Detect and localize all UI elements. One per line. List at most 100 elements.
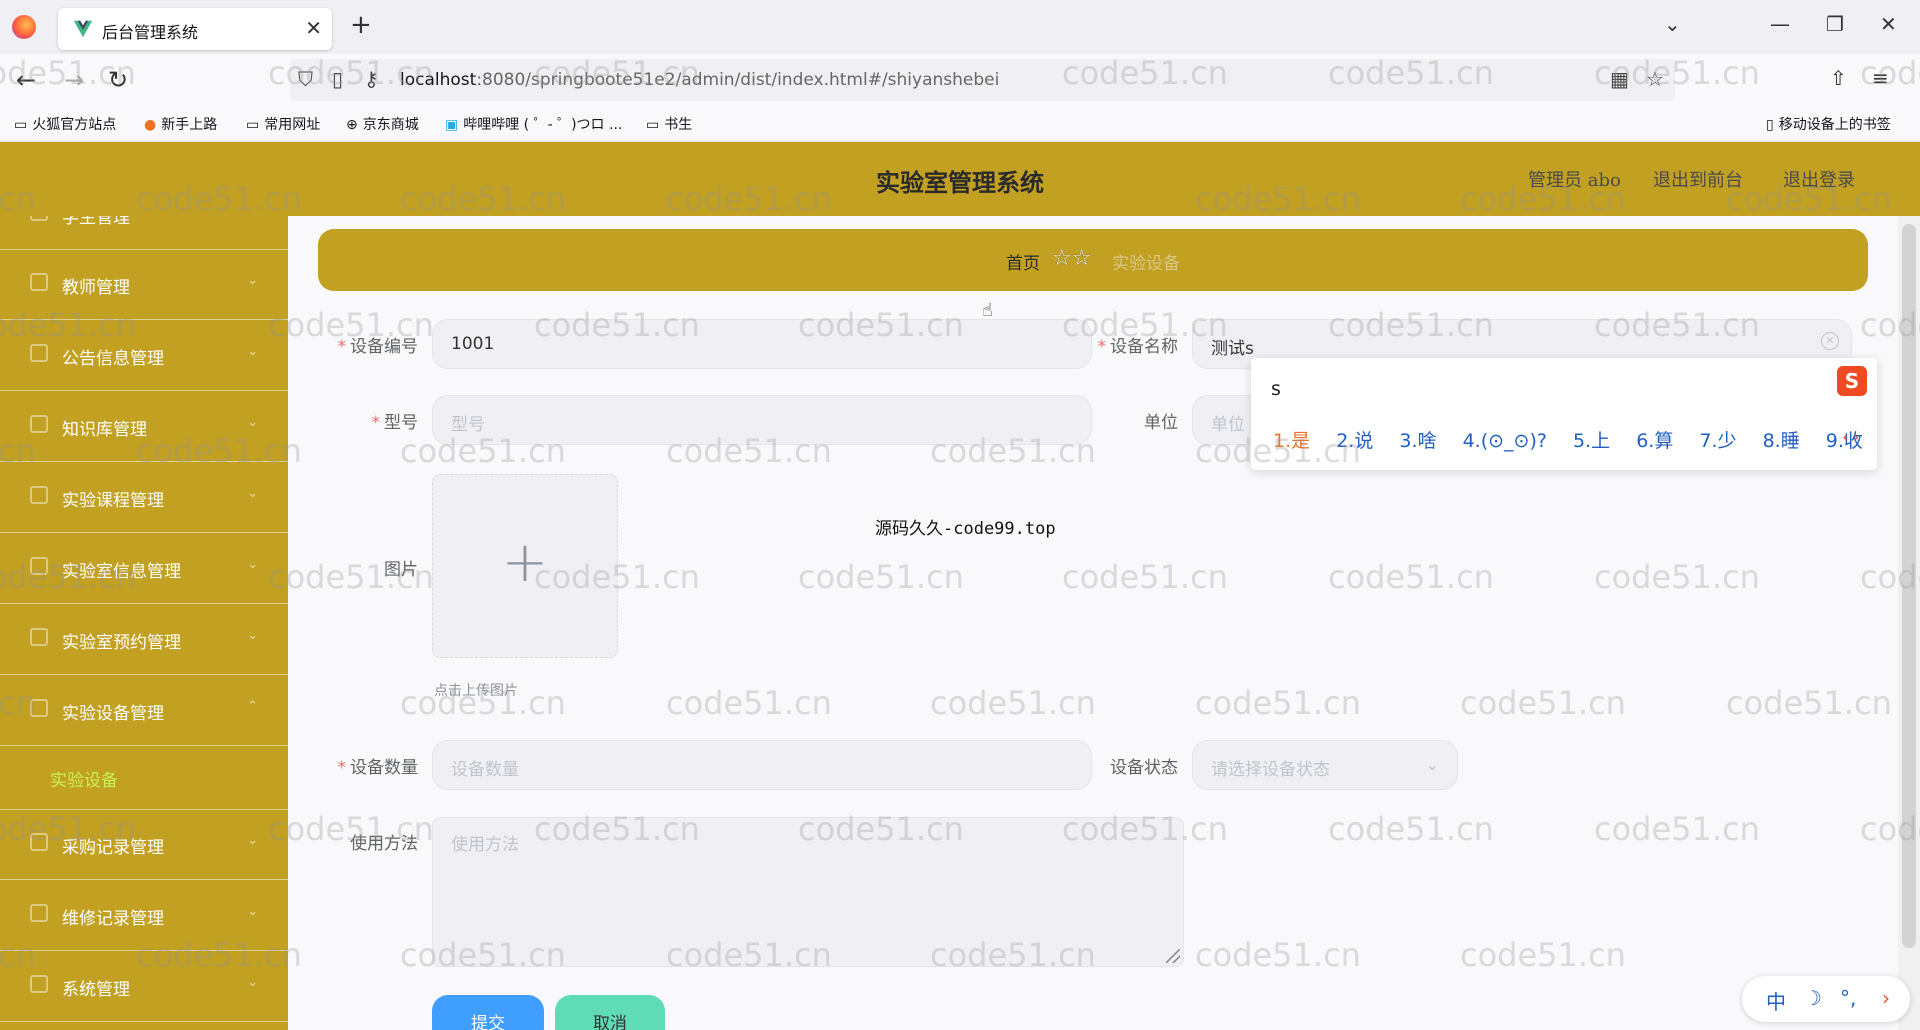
sidebar-item-purchase[interactable]: 采购记录管理 ⌄ [0, 810, 288, 880]
ime-candidate[interactable]: 2.说 [1336, 430, 1373, 452]
chevron-down-icon: ⌄ [247, 904, 258, 919]
browser-tab-active[interactable]: 后台管理系统 ✕ [58, 8, 332, 50]
bookmark-item[interactable]: ▭ 书生 [646, 114, 692, 134]
ime-moon-icon[interactable]: ☽ [1804, 986, 1822, 1010]
folder-icon: ▭ [246, 117, 260, 133]
menu-icon [30, 415, 48, 433]
close-tab-icon[interactable]: ✕ [305, 16, 322, 40]
key-icon[interactable]: ⚷ [364, 67, 379, 91]
chevron-down-icon: ⌄ [247, 628, 258, 643]
browser-tab-bar: 后台管理系统 ✕ + ⌄ — ❐ ✕ [0, 0, 1920, 54]
bookmarks-bar: ▭ 火狐官方站点 ● 新手上路 ▭ 常用网址 ⊕ 京东商城 ▣ 哔哩哔哩 ( ゜- ゜)つ… [0, 108, 1920, 142]
ime-candidate[interactable]: 7.少 [1699, 430, 1736, 452]
chevron-down-icon: ⌄ [247, 344, 258, 359]
ime-candidate[interactable]: 5.上 [1573, 430, 1610, 452]
resize-handle-icon[interactable] [1166, 949, 1180, 963]
qr-code-icon[interactable]: ▦ [1610, 67, 1629, 91]
plus-icon: + [501, 530, 549, 595]
device-no-label: * 设备编号 [337, 337, 419, 357]
sidebar-item-repair[interactable]: 维修记录管理 ⌄ [0, 881, 288, 951]
device-no-input[interactable]: 1001 [432, 319, 1092, 369]
unit-label: 单位 [1144, 413, 1178, 433]
clear-icon[interactable]: ✕ [1821, 332, 1839, 350]
submit-button[interactable]: 提交 [432, 995, 544, 1030]
model-input[interactable]: 型号 [432, 395, 1092, 445]
mobile-bookmarks[interactable]: ▯ 移动设备上的书签 [1766, 114, 1891, 134]
browser-nav-bar: ← → ↻ ⛉ ▯ ⚷ localhost:8080/springboote51… [0, 54, 1920, 108]
sidebar-subitem-equipment[interactable]: 实验设备 [0, 746, 288, 810]
required-mark: * [337, 758, 347, 778]
sidebar-item-course[interactable]: 实验课程管理 ⌄ [0, 463, 288, 533]
menu-icon [30, 344, 48, 362]
star-separator-icon: ☆☆ [1052, 246, 1092, 271]
back-icon[interactable]: ← [16, 66, 36, 94]
sidebar-item-lab-info[interactable]: 实验室信息管理 ⌄ [0, 534, 288, 604]
bookmark-item[interactable]: ▭ 常用网址 [246, 114, 320, 134]
bookmark-item[interactable]: ▭ 火狐官方站点 [14, 114, 116, 134]
ime-candidate[interactable]: 6.算 [1636, 430, 1673, 452]
menu-icon [30, 833, 48, 851]
bookmark-item[interactable]: ● 新手上路 [144, 114, 217, 134]
ime-candidate[interactable]: 4.(⊙_⊙)? [1463, 430, 1547, 452]
ime-punctuation-icon[interactable]: °, [1840, 986, 1856, 1010]
menu-icon[interactable]: ≡ [1872, 66, 1889, 90]
sidebar-item-system[interactable]: 系统管理 ⌄ [0, 952, 288, 1022]
admin-user-label: 管理员 abo [1528, 170, 1621, 191]
sidebar-item-teacher[interactable]: 教师管理 ⌄ [0, 250, 288, 320]
reload-icon[interactable]: ↻ [108, 66, 128, 94]
back-to-front-link[interactable]: 退出到前台 [1653, 166, 1743, 192]
usage-textarea[interactable]: 使用方法 [432, 817, 1184, 967]
upload-tip: 点击上传图片 [434, 683, 518, 699]
usage-label: 使用方法 [350, 834, 418, 854]
sidebar-item-student[interactable]: 学生管理 [0, 216, 288, 250]
forward-icon[interactable]: → [64, 66, 84, 94]
image-uploader[interactable]: + [432, 474, 618, 658]
cancel-button[interactable]: 取消 [555, 995, 665, 1030]
bookmark-star-icon[interactable]: ☆ [1646, 67, 1664, 91]
folder-icon: ▭ [646, 117, 660, 133]
required-mark: * [337, 337, 347, 357]
new-tab-icon[interactable]: + [350, 10, 372, 40]
menu-icon [30, 486, 48, 504]
required-mark: * [1097, 337, 1107, 357]
ime-chinese-mode[interactable]: 中 [1766, 986, 1786, 1015]
page-icon[interactable]: ▯ [332, 67, 343, 91]
chevron-down-icon: ⌄ [247, 557, 258, 572]
sidebar: 学生管理 教师管理 ⌄ 公告信息管理 ⌄ 知识库管理 ⌄ 实验课程管理 ⌄ 实验室信息管… [0, 216, 288, 1030]
logout-link[interactable]: 退出登录 [1783, 166, 1855, 192]
ime-page-arrows-icon[interactable]: ‹ › [1842, 428, 1859, 446]
bookmark-item[interactable]: ⊕ 京东商城 [346, 114, 419, 134]
globe-icon: ⊕ [346, 117, 358, 133]
sidebar-item-knowledge[interactable]: 知识库管理 ⌄ [0, 392, 288, 462]
url-bar[interactable]: ⛉ ▯ ⚷ localhost:8080/springboote51e2/adm… [290, 59, 1675, 101]
ime-candidate[interactable]: 3.啥 [1399, 430, 1436, 452]
device-name-label: * 设备名称 [1097, 337, 1179, 357]
tab-list-chevron-icon[interactable]: ⌄ [1664, 12, 1681, 36]
firefox-logo-icon[interactable] [12, 15, 36, 39]
sidebar-item-notice[interactable]: 公告信息管理 ⌄ [0, 321, 288, 391]
shield-icon[interactable]: ⛉ [298, 67, 313, 91]
chevron-up-icon: ⌃ [247, 699, 258, 714]
status-select[interactable]: 请选择设备状态 ⌄ [1192, 740, 1458, 790]
menu-icon [30, 628, 48, 646]
breadcrumb-current: 实验设备 [1112, 254, 1180, 274]
restore-icon[interactable]: ❐ [1826, 12, 1844, 36]
bookmark-item[interactable]: ▣ 哔哩哔哩 ( ゜- ゜)つロ ... [445, 114, 622, 134]
minimize-icon[interactable]: — [1770, 12, 1790, 36]
breadcrumb-home[interactable]: 首页 [1006, 249, 1040, 274]
folder-icon: ▭ [14, 117, 28, 133]
sidebar-item-equipment[interactable]: 实验设备管理 ⌃ [0, 676, 288, 746]
menu-icon [30, 273, 48, 291]
chevron-down-icon: ⌄ [247, 273, 258, 288]
hand-cursor-icon: ☝ [982, 300, 993, 321]
close-window-icon[interactable]: ✕ [1880, 12, 1897, 36]
extensions-icon[interactable]: ⇧ [1830, 66, 1847, 90]
qty-input[interactable]: 设备数量 [432, 740, 1092, 790]
url-text[interactable]: localhost:8080/springboote51e2/admin/dis… [400, 70, 999, 90]
ime-status-bar: 中 ☽ °, › [1742, 976, 1910, 1022]
ime-candidate[interactable]: 1.是 [1273, 430, 1310, 452]
ime-candidate[interactable]: 8.睡 [1763, 430, 1800, 452]
scrollbar-thumb[interactable] [1902, 224, 1916, 948]
ime-expand-icon[interactable]: › [1882, 986, 1890, 1010]
sidebar-item-lab-booking[interactable]: 实验室预约管理 ⌄ [0, 605, 288, 675]
